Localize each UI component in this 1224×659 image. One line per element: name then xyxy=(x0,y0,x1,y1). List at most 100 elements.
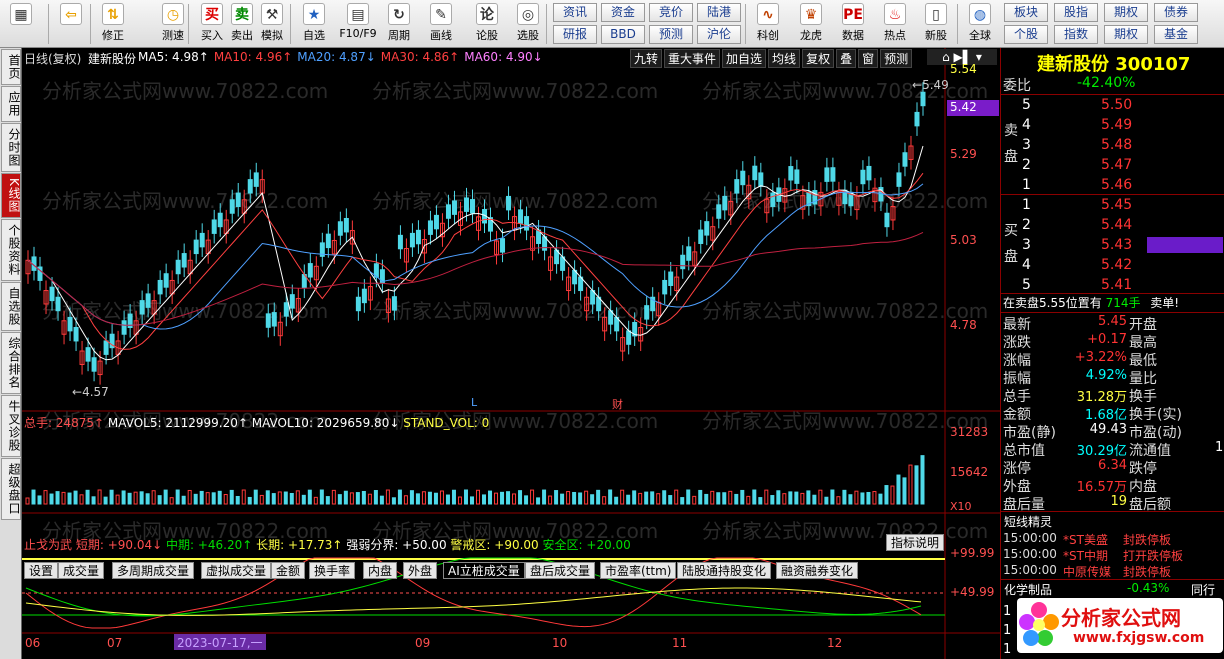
spirit-time[interactable]: 15:00:00 xyxy=(1003,531,1057,545)
toolbar-button-hammer[interactable]: ⚒ 模拟 xyxy=(255,2,289,46)
current-price-tag: 5.42 xyxy=(947,100,999,116)
chart-top-button[interactable]: 窗 xyxy=(858,49,879,68)
volume-bar xyxy=(716,492,721,505)
left-tab-1[interactable]: 应用 xyxy=(1,86,21,122)
left-tab-5[interactable]: 自选股 xyxy=(1,281,21,331)
left-tab-3[interactable]: K线图 xyxy=(1,173,21,218)
order-level[interactable]: 4 5.49 xyxy=(1019,115,1219,135)
chart-top-button[interactable]: 均线 xyxy=(768,49,801,68)
toolbar-button-buy[interactable]: 买买入 xyxy=(195,2,229,46)
quick-button[interactable]: 竞价 xyxy=(649,3,693,22)
chart-top-button[interactable]: 叠 xyxy=(836,49,857,68)
toolbar-button-newstock[interactable]: ▯ 新股 xyxy=(919,2,953,46)
candle-body xyxy=(668,271,674,286)
toolbar-button-star[interactable]: ★ 自选 xyxy=(297,2,331,46)
toolbar-button-label: 数据 xyxy=(842,29,864,42)
spirit-name[interactable]: 中原传媒 xyxy=(1063,563,1111,580)
spirit-time[interactable]: 15:00:00 xyxy=(1003,563,1057,577)
toolbar-button-cycle[interactable]: ↻ 周期 xyxy=(382,2,416,46)
indicator-tab[interactable]: 换手率 xyxy=(309,562,356,579)
indicator-tab[interactable]: 外盘 xyxy=(403,562,438,579)
candle-body xyxy=(902,152,908,167)
indicator-tab[interactable]: 市盈率(ttm) xyxy=(600,562,677,579)
chart-top-button[interactable]: 重大事件 xyxy=(664,49,721,68)
toolbar-button-back-arrow[interactable]: ⇦ xyxy=(54,2,88,46)
order-level[interactable]: 2 5.47 xyxy=(1019,155,1219,175)
toolbar-button-select[interactable]: ◎ 选股 xyxy=(511,2,545,46)
candle-body xyxy=(325,233,331,249)
quick-button[interactable]: 股指 xyxy=(1054,3,1098,22)
indicator-explain-button[interactable]: 指标说明 xyxy=(886,534,944,551)
kline-chart-area[interactable]: 分析家公式网www.70822.com 分析家公式网www.70822.com 分析… xyxy=(22,48,1000,659)
volume-bar xyxy=(788,491,793,505)
quick-button[interactable]: 资金 xyxy=(601,3,645,22)
left-tab-4[interactable]: 个股资料 xyxy=(1,218,21,281)
candle-body xyxy=(415,229,421,245)
marker-cai: 财 xyxy=(612,398,623,411)
quick-button[interactable]: 研报 xyxy=(553,25,597,44)
order-level[interactable]: 5 5.50 xyxy=(1019,95,1219,115)
indicator-tab[interactable]: 虚拟成交量 xyxy=(201,562,272,579)
spirit-time[interactable]: 15:00:00 xyxy=(1003,547,1057,561)
chart-top-button[interactable]: 加自选 xyxy=(722,49,767,68)
quick-button[interactable]: 基金 xyxy=(1154,25,1198,44)
toolbar-button-windows[interactable]: ▦ xyxy=(4,2,38,46)
volume-bar xyxy=(554,490,559,505)
toolbar-button-pen[interactable]: ✎ 画线 xyxy=(424,2,458,46)
quick-button[interactable]: 资讯 xyxy=(553,3,597,22)
order-level[interactable]: 5 5.41 xyxy=(1019,275,1219,295)
quick-button[interactable]: 板块 xyxy=(1004,3,1048,22)
candle-body xyxy=(247,179,253,194)
spirit-name[interactable]: *ST中期 xyxy=(1063,547,1108,564)
indicator-tab[interactable]: AI立桩成交量 xyxy=(443,562,525,579)
date-11: 11 xyxy=(672,636,688,650)
toolbar-button-up-down-arrow[interactable]: ⇅ 修正 xyxy=(96,2,130,46)
left-tab-2[interactable]: 分时图 xyxy=(1,123,21,172)
order-level[interactable]: 1 5.46 xyxy=(1019,175,1219,195)
quick-button[interactable]: 期权 xyxy=(1104,25,1148,44)
quick-button[interactable]: 陆港 xyxy=(697,3,741,22)
indicator-tab[interactable]: 金额 xyxy=(271,562,306,579)
quick-button[interactable]: BBD xyxy=(601,25,645,44)
quick-button[interactable]: 期权 xyxy=(1104,3,1148,22)
indicator-tab[interactable]: 融资融券变化 xyxy=(776,562,859,579)
toolbar-button-pe[interactable]: PE 数据 xyxy=(836,2,870,46)
order-level[interactable]: 2 5.44 xyxy=(1019,215,1219,235)
quick-button[interactable]: 债券 xyxy=(1154,3,1198,22)
indicator-tab[interactable]: 盘后成交量 xyxy=(525,562,596,579)
toolbar-button-clock[interactable]: ◷ 测速 xyxy=(156,2,190,46)
order-level[interactable]: 1 5.45 xyxy=(1019,195,1219,215)
left-tab-0[interactable]: 首页 xyxy=(1,49,21,85)
indicator-tab[interactable]: 设置 xyxy=(24,562,59,579)
quick-button[interactable]: 指数 xyxy=(1054,25,1098,44)
chart-top-button[interactable]: 九转 xyxy=(630,49,663,68)
spirit-name[interactable]: *ST美盛 xyxy=(1063,531,1108,548)
quick-button[interactable]: 沪伦 xyxy=(697,25,741,44)
left-tab-8[interactable]: 超级盘口 xyxy=(1,457,21,520)
toolbar-button-hot[interactable]: ♨ 热点 xyxy=(878,2,912,46)
volume-bar xyxy=(872,491,877,505)
indicator-tab[interactable]: 陆股通持股变化 xyxy=(677,562,772,579)
indicator-tab[interactable]: 多周期成交量 xyxy=(112,562,195,579)
chart-top-button[interactable]: 复权 xyxy=(802,49,835,68)
indicator-tab[interactable]: 内盘 xyxy=(363,562,398,579)
spirit-event[interactable]: 封跌停板 xyxy=(1123,563,1171,580)
indicator-tab[interactable]: 成交量 xyxy=(58,562,105,579)
spirit-event[interactable]: 打开跌停板 xyxy=(1123,547,1183,564)
order-level[interactable]: 4 5.42 xyxy=(1019,255,1219,275)
toolbar-button-globe[interactable]: ◍ 全球 xyxy=(963,2,997,46)
left-tab-7[interactable]: 牛叉诊股 xyxy=(1,394,21,457)
toolbar-button-discuss[interactable]: 论论股 xyxy=(470,2,504,46)
chart-top-button[interactable]: 预测 xyxy=(880,49,913,68)
spirit-event[interactable]: 封跌停板 xyxy=(1123,531,1171,548)
toolbar-button-dragon[interactable]: ♛ 龙虎 xyxy=(794,2,828,46)
quick-button[interactable]: 个股 xyxy=(1004,25,1048,44)
order-level[interactable]: 3 5.43 xyxy=(1019,235,1219,255)
toolbar-button-kechuang[interactable]: ∿ 科创 xyxy=(751,2,785,46)
left-tab-6[interactable]: 综合排名 xyxy=(1,331,21,394)
order-level[interactable]: 3 5.48 xyxy=(1019,135,1219,155)
toolbar-button-f10[interactable]: ▤ F10/F9 xyxy=(336,2,380,46)
toolbar-button-sell[interactable]: 卖卖出 xyxy=(225,2,259,46)
quick-button[interactable]: 预测 xyxy=(649,25,693,44)
stat-label-2: 换手(实) xyxy=(1129,407,1182,423)
